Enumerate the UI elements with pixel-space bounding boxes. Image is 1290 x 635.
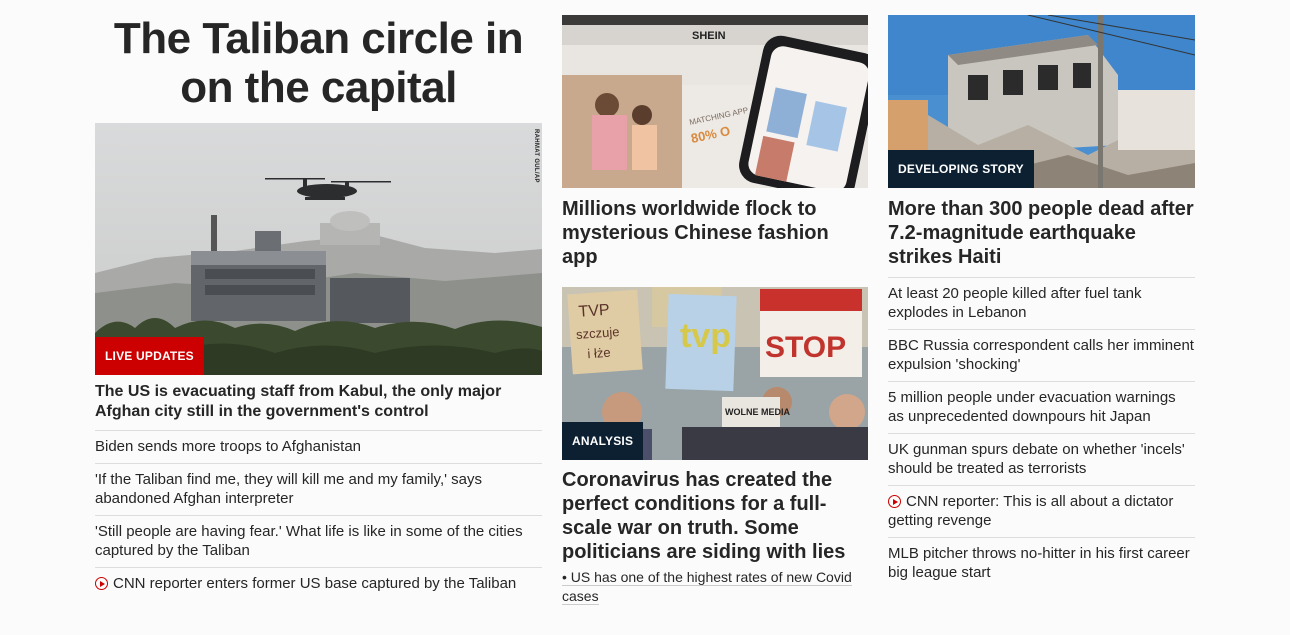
list-item[interactable]: MLB pitcher throws no-hitter in his firs…: [888, 537, 1195, 589]
right-column: DEVELOPING STORY More than 300 people de…: [888, 0, 1195, 589]
protest-sign-4: WOLNE MEDIA: [725, 407, 790, 417]
lead-related-list: Biden sends more troops to Afghanistan '…: [95, 430, 542, 600]
protest-sign-2: tvp: [680, 317, 731, 355]
list-item[interactable]: 'Still people are having fear.' What lif…: [95, 515, 542, 567]
protest-sign-1: TVP: [578, 302, 610, 321]
live-updates-badge: LIVE UPDATES: [95, 337, 204, 375]
play-video-icon: [95, 577, 108, 590]
lead-headline[interactable]: The Taliban circle in on the capital: [95, 14, 542, 112]
right-headlines-list: At least 20 people killed after fuel tan…: [888, 277, 1195, 589]
list-item[interactable]: At least 20 people killed after fuel tan…: [888, 277, 1195, 329]
haiti-image[interactable]: DEVELOPING STORY: [888, 15, 1195, 188]
list-item[interactable]: 5 million people under evacuation warnin…: [888, 381, 1195, 433]
protest-sign-3: STOP: [765, 331, 846, 364]
protest-image[interactable]: TVP szczuje i łże tvp STOP WOLNE MEDIA A…: [562, 287, 868, 460]
image-credit: RAHMAT GUL/AP: [533, 129, 539, 183]
svg-text:i łże: i łże: [587, 345, 611, 362]
list-item[interactable]: BBC Russia correspondent calls her immin…: [888, 329, 1195, 381]
shein-image[interactable]: SHEIN MATCHING APP 80% O: [562, 15, 868, 188]
covid-analysis-title[interactable]: Coronavirus has created the perfect cond…: [562, 468, 868, 564]
developing-story-badge: DEVELOPING STORY: [888, 150, 1034, 188]
list-item[interactable]: 'If the Taliban find me, they will kill …: [95, 463, 542, 515]
kabul-image[interactable]: RAHMAT GUL/AP LIVE UPDATES: [95, 123, 542, 375]
list-item[interactable]: Biden sends more troops to Afghanistan: [95, 430, 542, 463]
shein-story-title[interactable]: Millions worldwide flock to mysterious C…: [562, 197, 868, 269]
lead-column: The Taliban circle in on the capital RAH…: [95, 0, 542, 600]
middle-column: SHEIN MATCHING APP 80% O Millions worldw…: [562, 0, 868, 606]
list-item[interactable]: UK gunman spurs debate on whether 'incel…: [888, 433, 1195, 485]
play-video-icon: [888, 495, 901, 508]
covid-sub-link[interactable]: • US has one of the highest rates of new…: [562, 568, 868, 606]
svg-text:szczuje: szczuje: [576, 324, 620, 342]
shein-photo: SHEIN MATCHING APP 80% O: [562, 15, 868, 188]
list-item[interactable]: CNN reporter enters former US base captu…: [95, 567, 542, 600]
list-item[interactable]: CNN reporter: This is all about a dictat…: [888, 485, 1195, 537]
haiti-story-title[interactable]: More than 300 people dead after 7.2-magn…: [888, 197, 1195, 269]
lead-story-title[interactable]: The US is evacuating staff from Kabul, t…: [95, 382, 542, 422]
shein-logo-text: SHEIN: [692, 30, 726, 42]
analysis-badge: ANALYSIS: [562, 422, 644, 460]
